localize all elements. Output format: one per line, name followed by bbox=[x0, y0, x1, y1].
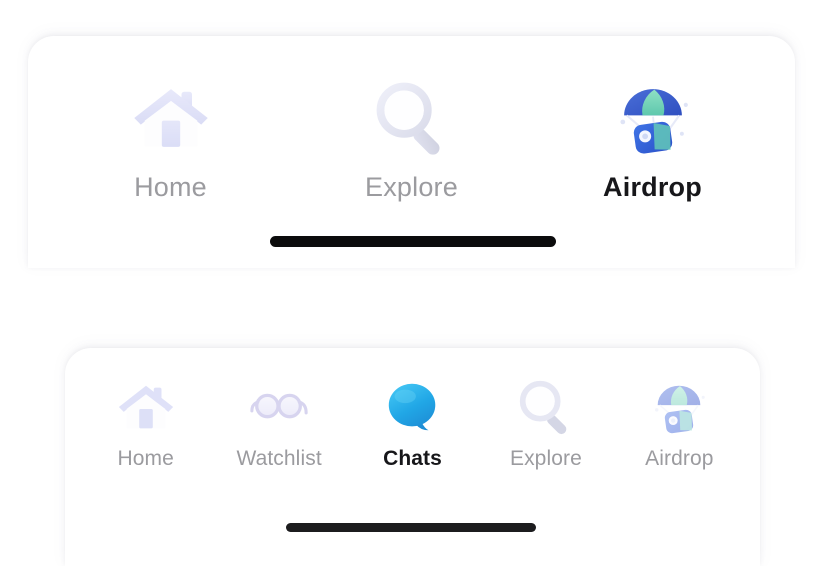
tab-label: Airdrop bbox=[603, 172, 702, 202]
tab-airdrop[interactable]: Airdrop bbox=[613, 376, 746, 471]
tab-explore[interactable]: Explore bbox=[291, 76, 532, 203]
tab-watchlist[interactable]: Watchlist bbox=[212, 376, 345, 471]
tab-label: Airdrop bbox=[645, 447, 714, 470]
tab-label: Explore bbox=[365, 172, 458, 202]
tab-label: Chats bbox=[383, 447, 442, 470]
top-navigation-bar: Home Explore Airdrop bbox=[28, 36, 795, 268]
house-icon bbox=[129, 76, 213, 160]
home-indicator[interactable] bbox=[270, 236, 556, 247]
speech-bubble-icon bbox=[382, 376, 444, 438]
glasses-icon bbox=[248, 376, 310, 438]
tab-home[interactable]: Home bbox=[79, 376, 212, 471]
parachute-icon bbox=[611, 76, 695, 160]
tab-explore[interactable]: Explore bbox=[479, 376, 612, 471]
tab-label: Home bbox=[134, 172, 207, 202]
bottom-nav-tab-row: Home Watchlist Chats Explore Airdrop bbox=[65, 376, 760, 471]
screen: Home Explore Airdrop Home Watchlist Chat… bbox=[0, 0, 816, 566]
home-indicator[interactable] bbox=[286, 523, 536, 532]
top-nav-tab-row: Home Explore Airdrop bbox=[28, 76, 795, 203]
tab-chats[interactable]: Chats bbox=[346, 376, 479, 471]
magnifying-glass-icon bbox=[370, 76, 454, 160]
magnifying-glass-icon bbox=[515, 376, 577, 438]
tab-airdrop[interactable]: Airdrop bbox=[532, 76, 773, 203]
house-icon bbox=[115, 376, 177, 438]
tab-home[interactable]: Home bbox=[50, 76, 291, 203]
tab-label: Watchlist bbox=[236, 447, 322, 470]
parachute-icon bbox=[648, 376, 710, 438]
tab-label: Home bbox=[117, 447, 174, 470]
tab-label: Explore bbox=[509, 447, 582, 470]
bottom-navigation-bar: Home Watchlist Chats Explore Airdrop bbox=[65, 348, 760, 566]
